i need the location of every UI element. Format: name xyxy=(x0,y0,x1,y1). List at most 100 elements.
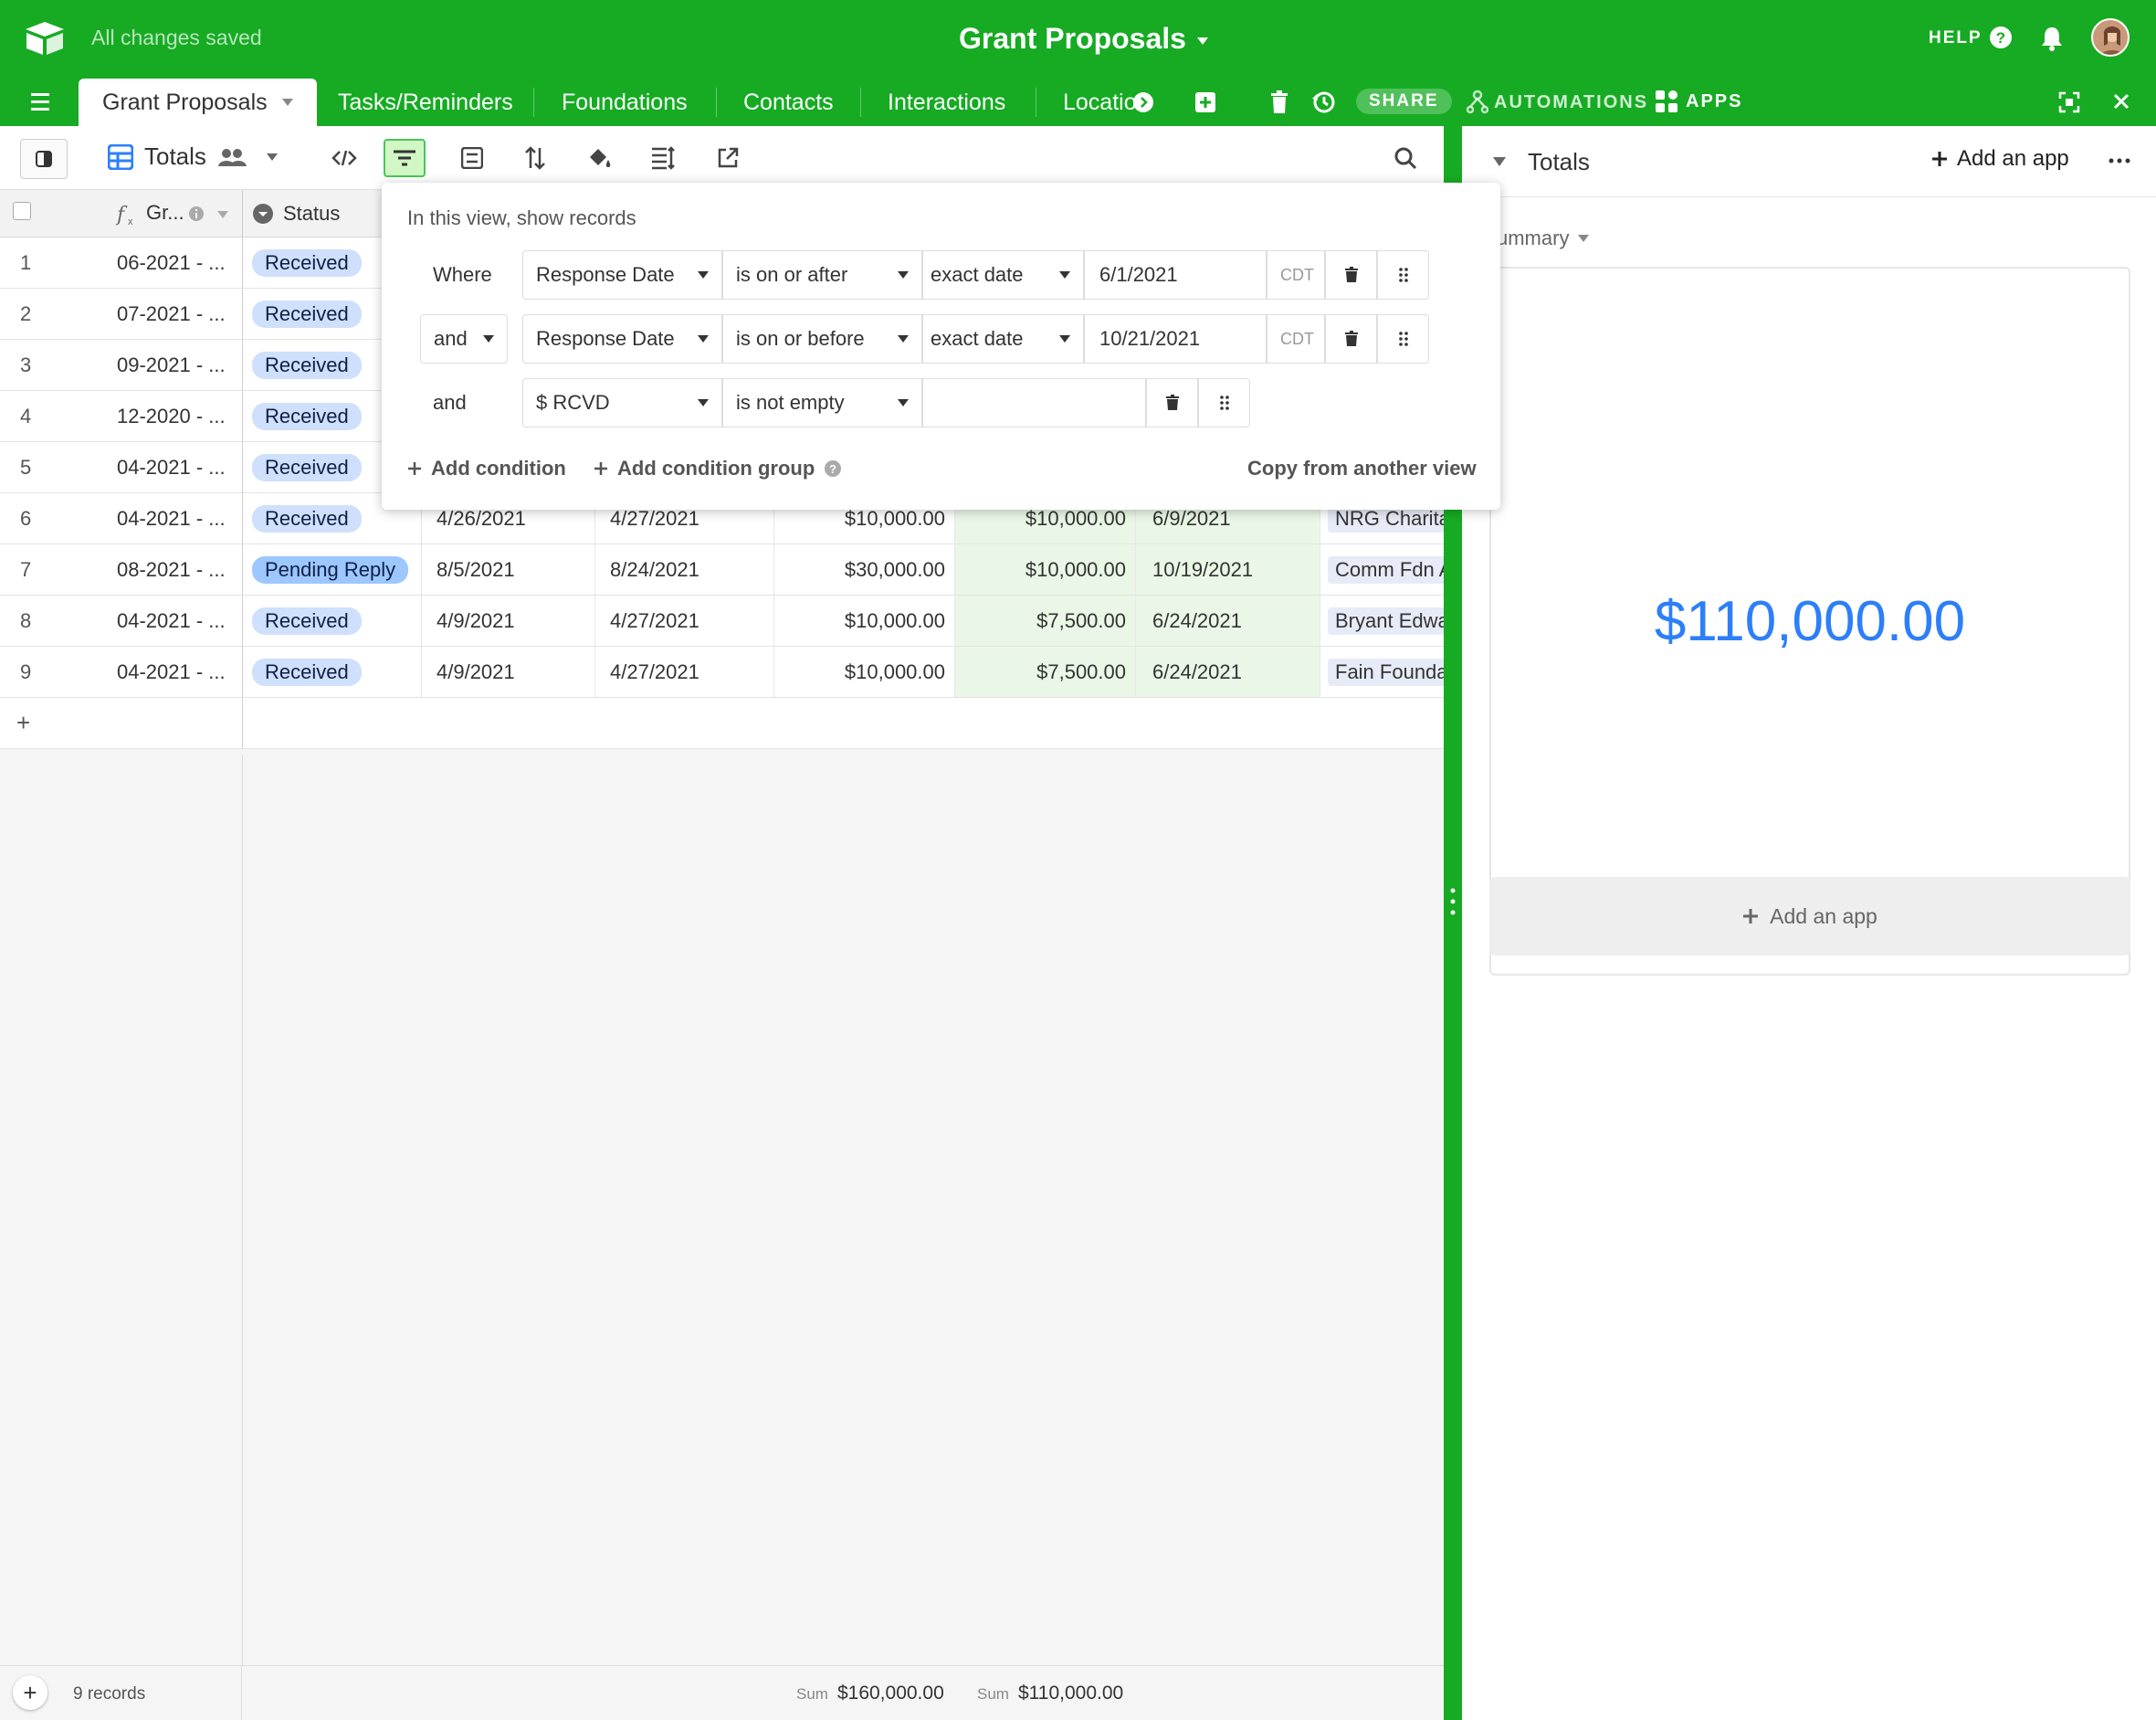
airtable-logo-icon[interactable] xyxy=(24,20,66,57)
primary-cell[interactable]: 07-2021 - ... xyxy=(73,289,243,339)
sum-total-requested[interactable]: Sum $160,000.00 xyxy=(796,1683,944,1704)
data-cell[interactable]: $10,000.00 xyxy=(774,596,955,646)
base-title-menu[interactable]: Grant Proposals xyxy=(959,22,1208,56)
data-cell[interactable]: 4/27/2021 xyxy=(595,596,774,646)
data-cell[interactable]: 6/24/2021 xyxy=(1136,647,1320,697)
date-value-input[interactable]: 6/1/2021 xyxy=(1084,250,1267,300)
bell-icon[interactable] xyxy=(2040,26,2064,51)
operator-select[interactable]: is on or after xyxy=(722,250,922,300)
tab-tasks-reminders[interactable]: Tasks/Reminders xyxy=(338,79,513,126)
filter-button[interactable] xyxy=(384,139,426,177)
share-button[interactable]: SHARE xyxy=(1356,89,1452,114)
help-icon[interactable]: ? xyxy=(1989,26,2013,49)
group-button[interactable] xyxy=(451,139,493,177)
field-select[interactable]: Response Date xyxy=(522,314,722,364)
date-mode-select[interactable]: exact date xyxy=(922,314,1084,364)
status-cell[interactable]: Received xyxy=(243,596,422,646)
add-condition-group-button[interactable]: Add condition group ? xyxy=(594,457,842,480)
operator-select[interactable]: is not empty xyxy=(722,378,922,427)
row-height-button[interactable] xyxy=(642,139,684,177)
data-cell[interactable]: $7,500.00 xyxy=(955,596,1136,646)
apps-button[interactable]: APPS xyxy=(1655,90,1742,113)
data-cell[interactable]: $7,500.00 xyxy=(955,647,1136,697)
sort-button[interactable] xyxy=(514,139,556,177)
table-row[interactable]: 7 08-2021 - ... Pending Reply 8/5/2021 8/24/… xyxy=(0,544,1444,596)
primary-cell[interactable]: 12-2020 - ... xyxy=(73,391,243,441)
field-select[interactable]: Response Date xyxy=(522,250,722,300)
data-cell[interactable]: 8/24/2021 xyxy=(595,544,774,595)
share-view-button[interactable] xyxy=(707,139,749,177)
summary-app-card[interactable]: $110,000.00 xyxy=(1489,267,2130,976)
delete-condition-button[interactable] xyxy=(1325,250,1377,300)
status-cell[interactable]: Received xyxy=(243,647,422,697)
data-cell[interactable]: $10,000.00 xyxy=(774,647,955,697)
data-cell[interactable]: $10,000.00 xyxy=(955,544,1136,595)
primary-cell[interactable]: 04-2021 - ... xyxy=(73,647,243,697)
color-button[interactable] xyxy=(578,139,620,177)
help-link[interactable]: HELP xyxy=(1929,28,1982,48)
copy-from-another-view-link[interactable]: Copy from another view xyxy=(1247,457,1477,480)
more-options-icon[interactable] xyxy=(2109,157,2130,164)
add-row-button[interactable]: + xyxy=(16,698,53,748)
linked-record-chip[interactable]: Comm Fdn A xyxy=(1328,555,1444,584)
automations-button[interactable]: AUTOMATIONS xyxy=(1467,90,1648,115)
history-icon[interactable] xyxy=(1311,90,1337,115)
delete-condition-button[interactable] xyxy=(1146,378,1198,427)
fullscreen-icon[interactable] xyxy=(2058,91,2080,113)
select-all-checkbox[interactable] xyxy=(13,202,31,220)
drag-condition-handle[interactable] xyxy=(1377,314,1429,364)
data-cell[interactable]: 4/27/2021 xyxy=(595,647,774,697)
drag-condition-handle[interactable] xyxy=(1377,250,1429,300)
primary-cell[interactable]: 08-2021 - ... xyxy=(73,544,243,595)
primary-cell[interactable]: 06-2021 - ... xyxy=(73,237,243,288)
primary-cell[interactable]: 04-2021 - ... xyxy=(73,596,243,646)
data-cell[interactable]: 4/9/2021 xyxy=(422,596,595,646)
hide-fields-button[interactable] xyxy=(323,139,365,177)
sidebar-toggle-button[interactable] xyxy=(20,139,68,179)
sum-total-received[interactable]: Sum $110,000.00 xyxy=(977,1683,1123,1704)
avatar[interactable] xyxy=(2091,18,2130,57)
field-select[interactable]: $ RCVD xyxy=(522,378,722,427)
table-row[interactable]: 8 04-2021 - ... Received 4/9/2021 4/27/2021 $… xyxy=(0,596,1444,647)
tab-interactions[interactable]: Interactions xyxy=(888,79,1005,126)
data-cell[interactable]: 6/24/2021 xyxy=(1136,596,1320,646)
primary-cell[interactable]: 04-2021 - ... xyxy=(73,442,243,492)
add-record-button[interactable]: + xyxy=(13,1675,47,1710)
tab-contacts[interactable]: Contacts xyxy=(743,79,834,126)
linked-record-cell[interactable]: Comm Fdn A xyxy=(1320,544,1444,595)
search-button[interactable] xyxy=(1384,139,1426,177)
conjunction-select[interactable]: and xyxy=(420,314,508,364)
data-cell[interactable]: 8/5/2021 xyxy=(422,544,595,595)
add-app-button[interactable]: Add an app xyxy=(1931,146,2069,172)
date-mode-select[interactable]: exact date xyxy=(922,250,1084,300)
add-row[interactable]: + xyxy=(0,698,1444,749)
primary-cell[interactable]: 04-2021 - ... xyxy=(73,493,243,543)
tab-locations[interactable]: Locatio xyxy=(1063,79,1137,126)
delete-condition-button[interactable] xyxy=(1325,314,1377,364)
trash-icon[interactable] xyxy=(1269,90,1289,115)
linked-record-cell[interactable]: Bryant Edwa xyxy=(1320,596,1444,646)
primary-column-header[interactable]: fx Gr... xyxy=(0,190,243,237)
chevron-down-icon[interactable] xyxy=(1493,157,1506,166)
tab-foundations[interactable]: Foundations xyxy=(562,79,688,126)
tab-grant-proposals[interactable]: Grant Proposals xyxy=(79,79,317,126)
status-cell[interactable]: Pending Reply xyxy=(243,544,422,595)
dashboard-title[interactable]: Totals xyxy=(1528,148,1590,176)
data-cell[interactable]: 10/19/2021 xyxy=(1136,544,1320,595)
linked-record-chip[interactable]: Bryant Edwa xyxy=(1328,607,1444,635)
help-icon[interactable]: ? xyxy=(824,459,842,478)
date-value-input[interactable]: 10/21/2021 xyxy=(1084,314,1267,364)
view-switcher[interactable]: Totals xyxy=(108,142,278,171)
scroll-tabs-right-icon[interactable] xyxy=(1132,91,1154,113)
close-icon[interactable] xyxy=(2111,91,2131,111)
table-row[interactable]: 9 04-2021 - ... Received 4/9/2021 4/27/2021 $… xyxy=(0,647,1444,698)
drag-condition-handle[interactable] xyxy=(1198,378,1250,427)
data-cell[interactable]: 4/9/2021 xyxy=(422,647,595,697)
add-table-icon[interactable] xyxy=(1194,91,1216,113)
summary-app-title[interactable]: ummary xyxy=(1497,227,1590,250)
primary-cell[interactable]: 09-2021 - ... xyxy=(73,340,243,390)
data-cell[interactable]: $30,000.00 xyxy=(774,544,955,595)
hamburger-menu-icon[interactable] xyxy=(31,91,58,113)
linked-record-chip[interactable]: Fain Founda xyxy=(1328,658,1444,686)
add-app-placeholder-button[interactable]: Add an app xyxy=(1489,877,2130,955)
